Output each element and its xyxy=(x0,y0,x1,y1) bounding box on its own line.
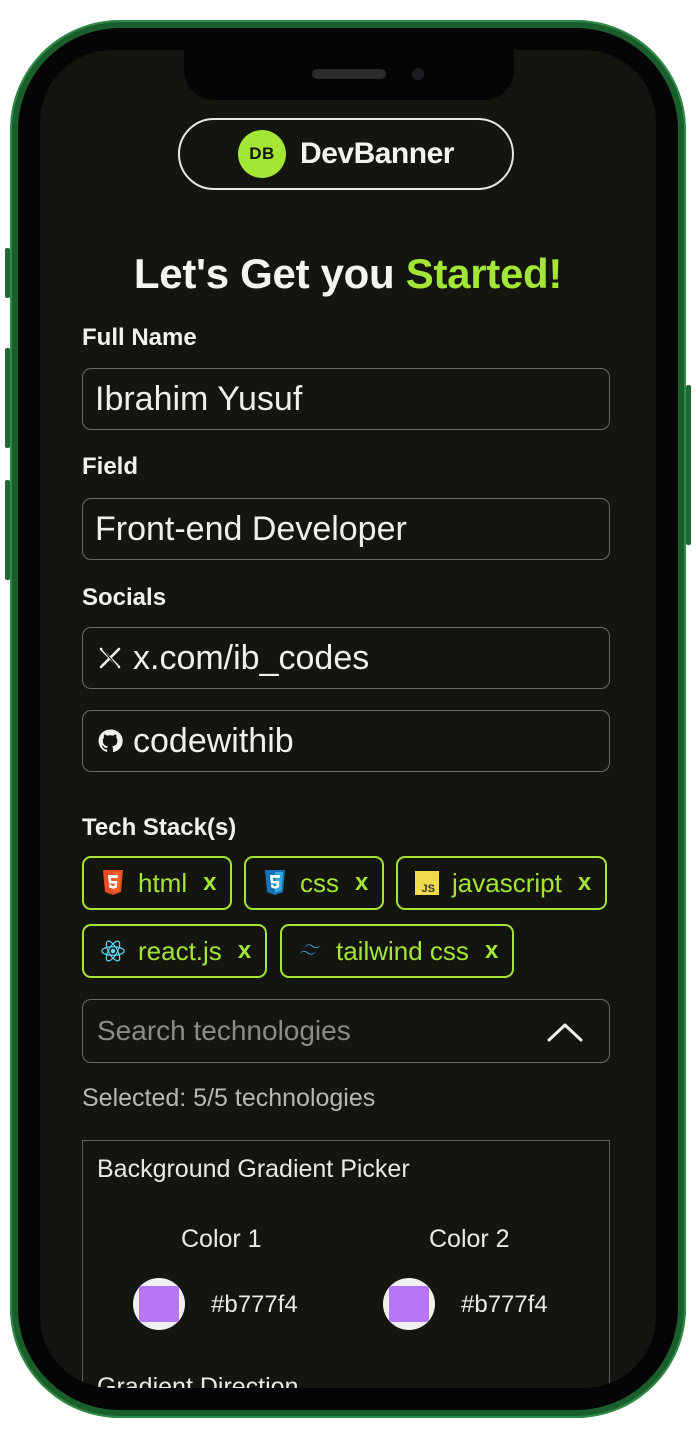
mute-switch xyxy=(5,248,10,298)
x-social-field[interactable]: x.com/ib_codes xyxy=(82,627,610,689)
power-button xyxy=(686,385,691,545)
tailwind-icon xyxy=(298,938,324,964)
notch xyxy=(184,50,514,100)
full-name-value: Ibrahim Yusuf xyxy=(95,379,303,418)
socials-label: Socials xyxy=(82,584,167,611)
field-input[interactable]: Front-end Developer xyxy=(82,498,610,560)
chevron-up-icon[interactable] xyxy=(545,1018,585,1046)
javascript-icon: JS xyxy=(414,870,440,896)
chip-tailwind-label: tailwind css xyxy=(336,935,469,966)
chip-css-label: css xyxy=(300,867,339,898)
full-name-label: Full Name xyxy=(82,324,197,351)
github-social-field[interactable]: codewithib xyxy=(82,710,610,772)
css3-icon xyxy=(262,870,288,896)
field-value: Front-end Developer xyxy=(95,509,407,548)
chip-react-remove[interactable]: x xyxy=(238,937,251,965)
brand-logo[interactable]: DB DevBanner xyxy=(178,118,514,190)
color1-hex: #b777f4 xyxy=(211,1291,298,1318)
color2-label: Color 2 xyxy=(429,1225,510,1253)
chip-javascript-remove[interactable]: x xyxy=(578,869,591,897)
selected-count: Selected: 5/5 technologies xyxy=(82,1084,376,1112)
logo-badge: DB xyxy=(238,130,287,178)
github-icon xyxy=(97,728,123,754)
html5-icon xyxy=(100,870,126,896)
react-icon xyxy=(100,938,126,964)
chip-html-label: html xyxy=(138,867,188,898)
gradient-picker-panel: Background Gradient Picker Color 1 #b777… xyxy=(82,1140,610,1388)
page-title: Let's Get you Started! xyxy=(40,250,656,298)
tech-stack-label: Tech Stack(s) xyxy=(82,814,237,841)
volume-up-button xyxy=(5,348,10,448)
color2-swatch[interactable] xyxy=(383,1278,435,1330)
chip-react[interactable]: react.js x xyxy=(82,924,268,978)
tech-search-box[interactable] xyxy=(82,999,610,1063)
chip-css[interactable]: css x xyxy=(244,856,385,910)
full-name-field[interactable]: Ibrahim Yusuf xyxy=(82,368,610,430)
color1-label: Color 1 xyxy=(181,1225,262,1253)
chip-html[interactable]: html x xyxy=(82,856,233,910)
front-camera xyxy=(412,68,424,80)
chip-react-label: react.js xyxy=(138,935,222,966)
title-main: Let's Get you xyxy=(133,250,406,297)
volume-down-button xyxy=(5,480,10,580)
app-screen: DB DevBanner Let's Get you Started! Full… xyxy=(40,50,656,1388)
chip-javascript-label: javascript xyxy=(452,867,562,898)
color2-fill xyxy=(389,1286,429,1322)
github-social-value: codewithib xyxy=(133,721,294,760)
color1-swatch[interactable] xyxy=(133,1278,185,1330)
color1-fill xyxy=(139,1286,179,1322)
speaker-grille xyxy=(312,69,386,79)
tech-search-input[interactable] xyxy=(95,1014,539,1048)
x-social-value: x.com/ib_codes xyxy=(133,638,370,677)
chip-html-remove[interactable]: x xyxy=(203,869,216,897)
chip-tailwind-remove[interactable]: x xyxy=(485,937,498,965)
chip-tailwind[interactable]: tailwind css x xyxy=(280,924,515,978)
gradient-direction-label: Gradient Direction xyxy=(97,1373,299,1388)
app-name: DevBanner xyxy=(300,137,454,170)
gradient-picker-title: Background Gradient Picker xyxy=(97,1155,410,1183)
field-label: Field xyxy=(82,453,139,480)
chip-css-remove[interactable]: x xyxy=(355,869,368,897)
title-accent: Started! xyxy=(405,250,563,297)
x-logo-icon xyxy=(97,645,123,671)
color2-hex: #b777f4 xyxy=(461,1291,548,1318)
chip-javascript[interactable]: JS javascript x xyxy=(396,856,608,910)
svg-text:JS: JS xyxy=(422,883,435,895)
